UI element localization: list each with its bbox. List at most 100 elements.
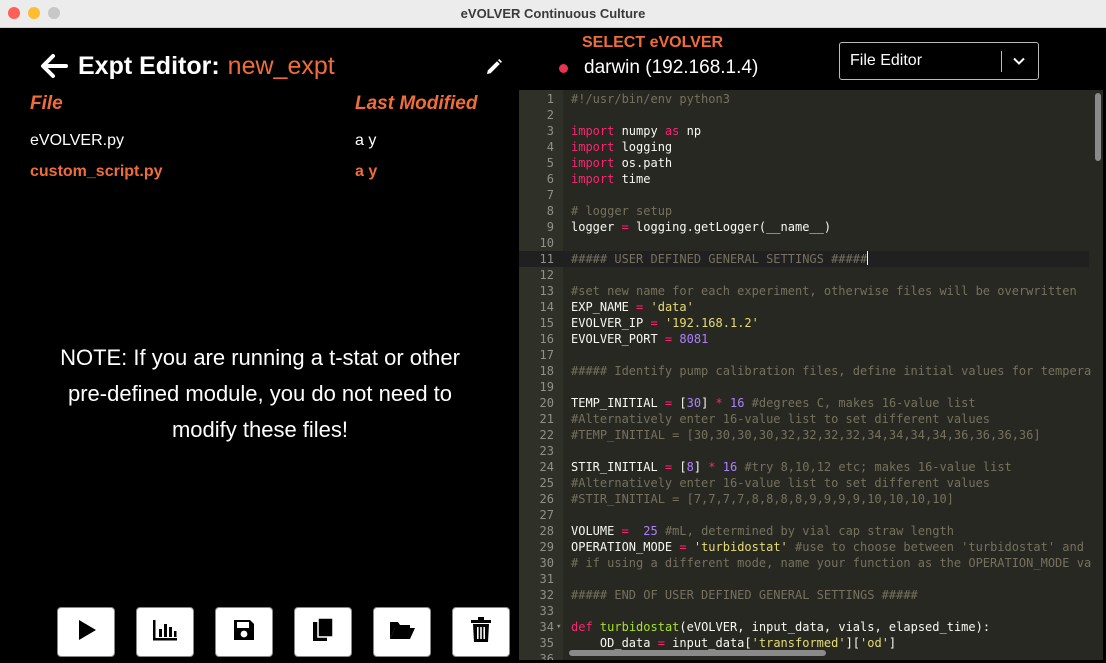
code-line[interactable]: 13 #set new name for each experiment, oth… — [519, 283, 1089, 299]
code-line[interactable]: 14 EXP_NAME = 'data' — [519, 299, 1089, 315]
code-text-line: import numpy as np — [571, 123, 701, 139]
vertical-scrollbar[interactable] — [1095, 93, 1101, 161]
code-line[interactable]: 32 ##### END OF USER DEFINED GENERAL SETT… — [519, 587, 1089, 603]
fold-arrow-icon[interactable]: ▾ — [556, 619, 561, 635]
code-text-line: ##### Identify pump calibration files, d… — [571, 363, 1091, 379]
open-folder-button[interactable] — [373, 607, 431, 657]
code-line[interactable]: 29 OPERATION_MODE = 'turbidostat' #use to… — [519, 539, 1089, 555]
line-number: 12 — [539, 268, 554, 282]
code-number: 16 — [722, 460, 738, 474]
code-keyword: = — [621, 524, 629, 538]
code-line[interactable]: 26 #STIR_INITIAL = [7,7,7,7,8,8,8,8,9,9,9… — [519, 491, 1089, 507]
code-editor[interactable]: 1 #!/usr/bin/env python3 2 3 import numpy as… — [519, 90, 1103, 660]
code-text-line: #Alternatively enter 16-value list to se… — [571, 475, 990, 491]
code-text: [ — [672, 460, 687, 474]
editor-mode-dropdown[interactable]: File Editor — [839, 42, 1039, 80]
line-number: 4 — [546, 140, 554, 154]
code-line[interactable]: 20 TEMP_INITIAL = [30] * 16 #degrees C, m… — [519, 395, 1089, 411]
code-text: STIR_INITIAL — [571, 460, 665, 474]
code-text-line: STIR_INITIAL = [8] * 16 #try 8,10,12 etc… — [571, 459, 1012, 475]
code-text: [ — [672, 396, 687, 410]
line-number: 30 — [539, 556, 554, 570]
code-text-line: OPERATION_MODE = 'turbidostat' #use to c… — [571, 539, 1084, 555]
code-line[interactable]: 19 — [519, 379, 1089, 395]
code-string: '192.168.1.2' — [664, 316, 759, 330]
code-line[interactable]: 31 — [519, 571, 1089, 587]
code-text: logging — [614, 140, 673, 154]
edit-pencil-icon[interactable] — [485, 58, 503, 81]
code-text: OD_data — [571, 636, 658, 650]
code-line[interactable]: 27 — [519, 507, 1089, 523]
line-number: 25 — [539, 476, 554, 490]
code-number: 30 — [686, 396, 702, 410]
code-line[interactable]: 30 # if using a different mode, name your… — [519, 555, 1092, 571]
device-name[interactable]: darwin (192.168.1.4) — [584, 57, 758, 79]
experiment-name: new_expt — [227, 51, 335, 80]
delete-button[interactable] — [452, 607, 510, 657]
save-button[interactable] — [215, 607, 273, 657]
code-line[interactable]: 11 ##### USER DEFINED GENERAL SETTINGS ##… — [519, 251, 1089, 267]
code-line[interactable]: 7 — [519, 187, 1089, 203]
code-comment: #STIR_INITIAL = [7,7,7,7,8,8,8,8,9,9,9,9… — [571, 492, 954, 506]
code-comment: # logger setup — [571, 204, 673, 218]
code-line[interactable]: 25 #Alternatively enter 16-value list to … — [519, 475, 1089, 491]
code-line[interactable]: 3 import numpy as np — [519, 123, 1089, 139]
code-line[interactable]: 1 #!/usr/bin/env python3 — [519, 91, 1089, 107]
code-line[interactable]: 16 EVOLVER_PORT = 8081 — [519, 331, 1089, 347]
code-line[interactable]: 22 #TEMP_INITIAL = [30,30,30,30,32,32,32,… — [519, 427, 1089, 443]
code-line[interactable]: 9 logger = logging.getLogger(__name__) — [519, 219, 1089, 235]
code-keyword: import — [571, 124, 615, 138]
code-text: TEMP_INITIAL — [571, 396, 665, 410]
line-number: 13 — [539, 284, 554, 298]
line-number: 34 — [539, 620, 554, 634]
line-number: 31 — [539, 572, 554, 586]
line-number: 16 — [539, 332, 554, 346]
copy-button[interactable] — [294, 607, 352, 657]
code-line[interactable]: 34 ▾ def turbidostat(eVOLVER, input_data, … — [519, 619, 1089, 635]
code-line[interactable]: 17 — [519, 347, 1089, 363]
code-text: VOLUME — [571, 524, 622, 538]
code-line[interactable]: 23 — [519, 443, 1089, 459]
code-line[interactable]: 8 # logger setup — [519, 203, 1089, 219]
file-row-custom-script[interactable]: custom_script.py a y — [30, 163, 490, 187]
line-number: 19 — [539, 380, 554, 394]
code-line[interactable]: 4 import logging — [519, 139, 1089, 155]
line-number: 20 — [539, 396, 554, 410]
code-comment: #try 8,10,12 etc; makes 16-value list — [744, 460, 1012, 474]
run-button[interactable] — [57, 607, 115, 657]
horizontal-scrollbar[interactable] — [569, 650, 826, 656]
graph-button[interactable] — [136, 607, 194, 657]
code-line[interactable]: 2 — [519, 107, 1089, 123]
code-line[interactable]: 12 — [519, 267, 1089, 283]
code-line[interactable]: 6 import time — [519, 171, 1089, 187]
code-line[interactable]: 5 import os.path — [519, 155, 1089, 171]
file-last-modified: a y — [355, 163, 378, 180]
code-text-line: ##### END OF USER DEFINED GENERAL SETTIN… — [571, 587, 918, 603]
code-string: 'od' — [860, 636, 889, 650]
back-arrow-icon[interactable] — [40, 53, 68, 79]
code-text-line: #STIR_INITIAL = [7,7,7,7,8,8,8,8,9,9,9,9… — [571, 491, 954, 507]
device-status-dot — [559, 64, 568, 73]
code-text: (eVOLVER, input_data, vials, elapsed_tim… — [679, 620, 991, 634]
code-line[interactable]: 10 — [519, 235, 1089, 251]
code-line[interactable]: 15 EVOLVER_IP = '192.168.1.2' — [519, 315, 1089, 331]
chevron-down-icon[interactable] — [1012, 54, 1026, 73]
code-line[interactable]: 28 VOLUME = 25 #mL, determined by vial ca… — [519, 523, 1089, 539]
code-number: 8081 — [679, 332, 709, 346]
code-line[interactable]: 18 ##### Identify pump calibration files,… — [519, 363, 1092, 379]
line-number: 15 — [539, 316, 554, 330]
code-string: 'transformed' — [751, 636, 846, 650]
note-text: NOTE: If you are running a t-stat or oth… — [60, 345, 460, 442]
file-column-header: File — [30, 93, 63, 114]
code-line[interactable]: 21 #Alternatively enter 16-value list to … — [519, 411, 1089, 427]
code-line[interactable]: 35 OD_data = input_data['transformed']['… — [519, 635, 1089, 651]
file-row-evolver[interactable]: eVOLVER.py a y — [30, 132, 490, 156]
file-name: custom_script.py — [30, 163, 163, 180]
code-line[interactable]: 24 STIR_INITIAL = [8] * 16 #try 8,10,12 e… — [519, 459, 1089, 475]
code-comment: #Alternatively enter 16-value list to se… — [571, 412, 991, 426]
code-line[interactable]: 33 — [519, 603, 1089, 619]
